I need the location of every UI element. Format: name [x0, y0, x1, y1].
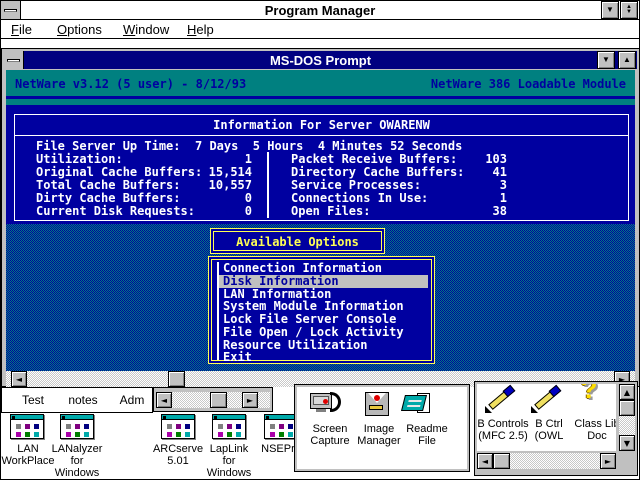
- scroll-down-button[interactable]: ▼: [619, 435, 635, 451]
- server-info-title: Information For Server OWARENW: [15, 118, 628, 132]
- group-icon-laplink[interactable]: [212, 414, 246, 439]
- pm-minimize-button[interactable]: ▼: [601, 1, 619, 19]
- group-icon-arcserve[interactable]: [161, 414, 195, 439]
- pm-titlebar: Program Manager ▼ ▲▼: [1, 1, 639, 20]
- menu-help[interactable]: Help: [187, 22, 214, 37]
- pen-icon: [523, 386, 575, 416]
- info-row: Utilization: 1 Packet Receive Buffers: 1…: [15, 152, 628, 165]
- arrow-right-icon: ►: [605, 457, 611, 466]
- dos-maximize-button[interactable]: ▲: [618, 51, 636, 69]
- server-info-panel: Information For Server OWARENW File Serv…: [14, 114, 629, 221]
- dos-window-title: MS-DOS Prompt: [4, 53, 637, 68]
- menu-options[interactable]: Options: [57, 22, 102, 37]
- arrow-down-icon: ▼: [624, 439, 630, 448]
- group-icon-nsepro[interactable]: [264, 414, 298, 439]
- borland-group-window: B Controls(MFC 2.5) B Ctrl(OWL ? Class L…: [474, 381, 638, 476]
- pm-restore-button[interactable]: ▲▼: [620, 1, 638, 19]
- menu-file[interactable]: File: [11, 22, 32, 37]
- msdos-prompt-window: MS-DOS Prompt ▼ ▲ NetWare v3.12 (5 user)…: [1, 48, 640, 387]
- divider: [15, 135, 628, 136]
- program-icon-readme-file[interactable]: ReadmeFile: [401, 391, 453, 447]
- restore-icon: ▲▼: [626, 5, 632, 15]
- icon-label-notes[interactable]: notes: [61, 393, 105, 407]
- menu-item-connection-information[interactable]: Connection Information: [219, 262, 428, 275]
- program-icon-class-lib-doc[interactable]: ? Class LibDoc: [571, 386, 616, 442]
- options-menu-title-box: Available Options: [210, 228, 385, 254]
- scroll-left-button[interactable]: ◄: [156, 392, 172, 408]
- group-window-client: B Controls(MFC 2.5) B Ctrl(OWL ? Class L…: [477, 384, 616, 451]
- icon-label-adm[interactable]: Adm: [110, 393, 154, 407]
- netware-version: NetWare v3.12 (5 user) - 8/12/93: [15, 77, 246, 91]
- scroll-right-button[interactable]: ►: [242, 392, 258, 408]
- netware-header-strip: [6, 99, 635, 105]
- minimize-icon: ▼: [606, 6, 614, 14]
- program-icon-image-manager[interactable]: ImageManager: [353, 391, 405, 447]
- question-mark-icon: ?: [571, 386, 616, 416]
- info-row-uptime: File Server Up Time: 7 Days 5 Hours 4 Mi…: [15, 139, 628, 152]
- vertical-scrollbar[interactable]: ▲ ▼: [619, 384, 635, 451]
- scroll-left-button[interactable]: ◄: [11, 371, 27, 387]
- scroll-up-button[interactable]: ▲: [619, 384, 635, 400]
- screen-capture-icon: [304, 391, 356, 421]
- image-manager-icon: [353, 391, 405, 421]
- info-row: Current Disk Requests: 0 Open Files: 38: [15, 204, 628, 217]
- info-row: Dirty Cache Buffers: 0 Connections In Us…: [15, 191, 628, 204]
- netware-header: NetWare v3.12 (5 user) - 8/12/93 NetWare…: [6, 70, 635, 96]
- dos-titlebar: MS-DOS Prompt ▼ ▲: [4, 51, 637, 69]
- group-icon-lan-workplace[interactable]: [10, 414, 44, 439]
- arrow-left-icon: ◄: [161, 396, 167, 405]
- pm-window-title: Program Manager: [1, 3, 639, 18]
- partial-group-window[interactable]: Test notes Adm: [1, 387, 153, 413]
- menu-item-lock-file-server-console[interactable]: Lock File Server Console: [219, 313, 428, 326]
- menu-item-disk-information-selected[interactable]: Disk Information: [219, 275, 428, 288]
- scrollbar-thumb[interactable]: [210, 392, 227, 408]
- scrollbar-thumb[interactable]: [619, 400, 635, 416]
- icon-label-test[interactable]: Test: [11, 393, 55, 407]
- arrow-left-icon: ◄: [482, 457, 488, 466]
- applications-group-window: ScreenCapture ImageManager ReadmeFile: [294, 384, 470, 472]
- menu-window[interactable]: Window: [123, 22, 169, 37]
- minimize-icon: ▼: [602, 56, 610, 64]
- group-label-lanalyzer[interactable]: LANalyzerforWindows: [43, 443, 111, 479]
- menu-item-file-open-lock-activity[interactable]: File Open / Lock Activity: [219, 326, 428, 339]
- pen-icon: [477, 386, 529, 416]
- arrow-left-icon: ◄: [16, 375, 22, 384]
- program-icon-screen-capture[interactable]: ScreenCapture: [304, 391, 356, 447]
- scrollbar-thumb[interactable]: [168, 371, 185, 387]
- netware-console-screen: NetWare v3.12 (5 user) - 8/12/93 NetWare…: [6, 70, 635, 371]
- pm-menubar: File Options Window Help: [1, 20, 639, 39]
- options-menu: Connection Information Disk Information …: [208, 256, 435, 364]
- horizontal-scrollbar[interactable]: ◄ ►: [156, 392, 270, 408]
- readme-file-icon: [401, 391, 453, 421]
- dos-minimize-button[interactable]: ▼: [597, 51, 615, 69]
- program-icon-b-controls[interactable]: B Controls(MFC 2.5): [477, 386, 529, 442]
- arrow-right-icon: ►: [247, 396, 253, 405]
- program-manager-window: Program Manager ▼ ▲▼ File Options Window…: [0, 0, 640, 480]
- info-row: Total Cache Buffers: 10,557 Service Proc…: [15, 178, 628, 191]
- scroll-left-button[interactable]: ◄: [477, 453, 493, 469]
- menu-item-exit[interactable]: Exit: [219, 351, 428, 364]
- arrow-up-icon: ▲: [624, 388, 630, 397]
- program-icon-b-ctrl[interactable]: B Ctrl(OWL: [523, 386, 575, 442]
- scrollbar-thumb[interactable]: [493, 453, 510, 469]
- maximize-icon: ▲: [623, 56, 631, 64]
- horizontal-scrollbar[interactable]: ◄ ►: [477, 453, 616, 469]
- info-row: Original Cache Buffers: 15,514 Directory…: [15, 165, 628, 178]
- partial-scrollbar-window: ◄ ►: [153, 387, 273, 412]
- netware-module: NetWare 386 Loadable Module: [431, 77, 626, 91]
- group-icon-lanalyzer[interactable]: [60, 414, 94, 439]
- options-menu-title: Available Options: [211, 235, 384, 249]
- scroll-right-button[interactable]: ►: [600, 453, 616, 469]
